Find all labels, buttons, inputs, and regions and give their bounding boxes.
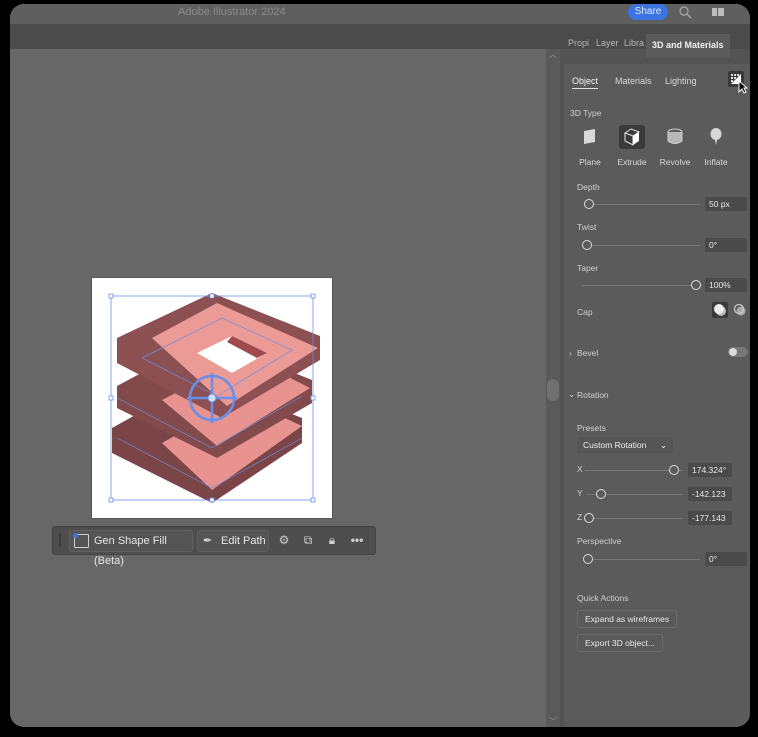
rotation-y-label: Y: [577, 488, 583, 498]
slider-knob[interactable]: [584, 513, 594, 523]
3d-type-heading: 3D Type: [570, 108, 602, 118]
twist-slider[interactable]: [582, 240, 700, 250]
extrude-label: Extrude: [617, 157, 647, 167]
rotation-x-input[interactable]: 174.324°: [688, 463, 732, 477]
workspace-switcher-icon[interactable]: [712, 8, 724, 16]
inflate-label: Inflate: [704, 157, 728, 167]
slider-knob[interactable]: [584, 199, 594, 209]
export-3d-object-button[interactable]: Export 3D object...: [577, 634, 663, 652]
tab-libraries[interactable]: Libra: [624, 38, 644, 48]
rotation-chevron-icon[interactable]: ⌄: [568, 389, 575, 400]
quick-actions-label: Quick Actions: [577, 593, 629, 603]
slider-track: [583, 559, 700, 560]
title-bar: Adobe Illustrator 2024 Share: [10, 4, 750, 24]
bevel-toggle[interactable]: [728, 347, 748, 357]
gen-shape-fill-label: Gen Shape Fill (Beta): [94, 535, 167, 567]
artboard[interactable]: [92, 278, 332, 518]
perspective-input[interactable]: 0°: [705, 552, 747, 566]
twist-label: Twist: [577, 222, 597, 232]
perspective-label: Perspective: [577, 536, 622, 546]
rotation-z-input[interactable]: -177.143: [688, 511, 732, 525]
rotation-label: Rotation: [577, 390, 609, 400]
depth-slider[interactable]: [584, 199, 700, 209]
subtab-materials[interactable]: Materials: [615, 76, 652, 86]
slider-track: [582, 285, 702, 286]
taper-label: Taper: [577, 263, 599, 273]
canvas-vertical-scrollbar[interactable]: ︿ ﹀: [546, 49, 560, 727]
rotation-y-input[interactable]: -142.123: [688, 487, 732, 501]
presets-label: Presets: [577, 423, 606, 433]
cap-on-button[interactable]: [712, 302, 728, 318]
app-window: Adobe Illustrator 2024 Share Gen Shape F…: [10, 4, 750, 727]
slider-knob[interactable]: [595, 489, 606, 499]
slider-knob[interactable]: [582, 240, 592, 250]
edit-path-label: Edit Path: [221, 535, 266, 547]
slider-knob[interactable]: [583, 554, 593, 564]
expand-as-wireframes-button[interactable]: Expand as wireframes: [577, 610, 678, 628]
rotation-x-label: X: [577, 464, 583, 474]
cap-off-icon[interactable]: [733, 303, 747, 317]
depth-input[interactable]: 50 px: [705, 197, 747, 211]
tab-properties[interactable]: Propi: [568, 38, 589, 48]
cap-label: Cap: [577, 307, 593, 317]
mouse-cursor-icon: [738, 80, 748, 94]
depth-label: Depth: [577, 182, 600, 192]
slider-track: [582, 245, 700, 246]
scrollbar-thumb[interactable]: [547, 379, 559, 401]
panel-content: Object Materials Lighting 3D Type Plane …: [560, 49, 750, 727]
taper-slider[interactable]: [582, 280, 702, 290]
rotation-x-slider[interactable]: [585, 465, 683, 475]
gen-shape-fill-icon: [73, 533, 89, 548]
lock-icon[interactable]: 🔒︎: [324, 532, 340, 548]
slider-track: [585, 470, 683, 471]
3d-type-inflate-button[interactable]: [703, 125, 729, 149]
revolve-label: Revolve: [659, 157, 691, 167]
bevel-label: Bevel: [577, 348, 599, 358]
revolve-icon: [667, 128, 683, 144]
extrude-icon: [623, 128, 641, 146]
rotation-presets-dropdown[interactable]: Custom Rotation ⌄: [577, 437, 673, 453]
3d-extruded-object[interactable]: [92, 278, 332, 518]
scroll-down-icon[interactable]: ﹀: [549, 716, 557, 727]
gen-shape-fill-button[interactable]: Gen Shape Fill (Beta): [69, 530, 193, 567]
settings-gear-icon[interactable]: ⚙: [276, 532, 292, 548]
inflate-icon: [710, 128, 722, 145]
search-icon[interactable]: [678, 5, 692, 19]
drag-handle[interactable]: [59, 533, 61, 547]
more-options-icon[interactable]: •••: [349, 532, 365, 548]
chevron-down-icon: ⌄: [659, 440, 667, 450]
contextual-task-bar: Gen Shape Fill (Beta) ✒ Edit Path ⚙ ⧉ 🔒︎…: [52, 526, 376, 567]
plane-icon: [584, 129, 595, 144]
toggle-knob: [729, 348, 737, 356]
share-button[interactable]: Share: [628, 4, 668, 20]
bevel-chevron-icon[interactable]: ›: [569, 348, 572, 358]
tab-layers[interactable]: Layer: [596, 38, 619, 48]
preset-value: Custom Rotation: [583, 440, 647, 450]
slider-knob[interactable]: [691, 280, 701, 290]
perspective-slider[interactable]: [583, 554, 700, 564]
pen-tool-icon: ✒: [203, 535, 213, 547]
slider-track: [584, 204, 700, 205]
rotation-y-slider[interactable]: [587, 489, 683, 499]
arrange-icon[interactable]: ⧉: [300, 532, 316, 548]
rotation-z-label: Z: [577, 512, 583, 522]
slider-knob[interactable]: [669, 465, 680, 475]
taper-input[interactable]: 100%: [705, 278, 747, 292]
rotation-z-slider[interactable]: [584, 513, 683, 523]
3d-type-plane-button[interactable]: [577, 125, 603, 149]
3d-type-revolve-button[interactable]: [662, 125, 688, 149]
3d-type-extrude-button[interactable]: [619, 125, 645, 149]
scroll-up-icon[interactable]: ︿: [549, 49, 557, 60]
subtab-lighting[interactable]: Lighting: [665, 76, 697, 86]
twist-input[interactable]: 0°: [705, 238, 747, 252]
edit-path-button[interactable]: ✒ Edit Path: [197, 530, 269, 552]
subtab-object[interactable]: Object: [572, 76, 599, 89]
app-title: Adobe Illustrator 2024: [178, 6, 286, 18]
cap-on-icon: [714, 304, 726, 316]
plane-label: Plane: [579, 157, 601, 167]
slider-track: [584, 518, 683, 519]
